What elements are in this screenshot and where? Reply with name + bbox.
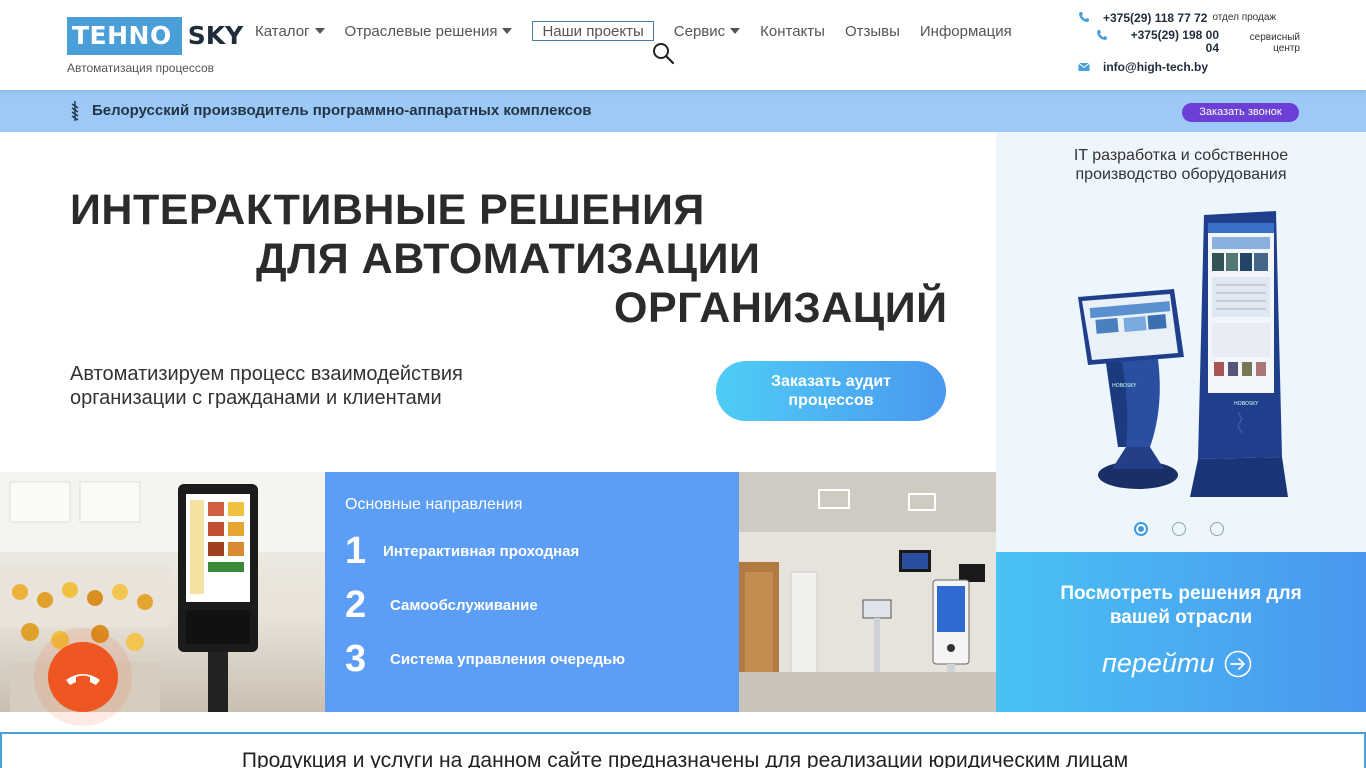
caret-down-icon bbox=[730, 28, 741, 34]
industry-solutions-cta[interactable]: Посмотреть решения для вашей отрасли пер… bbox=[996, 552, 1366, 712]
kiosk-brand-small: HOBOSKY bbox=[1112, 383, 1137, 389]
phone-icon bbox=[1079, 12, 1089, 22]
slider-dot-2[interactable] bbox=[1172, 522, 1186, 536]
nav-contacts-label: Контакты bbox=[760, 22, 825, 40]
direction-number: 1 bbox=[345, 530, 367, 572]
nav-industry-label: Отраслевые решения bbox=[344, 22, 498, 40]
kiosk-image: HOBOSKY HOBOSKY bbox=[1078, 211, 1288, 497]
logo-text-sky: SKY bbox=[187, 21, 244, 50]
nav-our-projects[interactable]: Наши проекты bbox=[532, 21, 654, 41]
audit-label-line1: Заказать аудит bbox=[770, 373, 891, 390]
go-link[interactable]: перейти bbox=[1102, 648, 1252, 679]
sales-phone-row[interactable]: +375(29) 118 77 72 отдел продаж bbox=[1078, 11, 1276, 25]
nav-reviews-label: Отзывы bbox=[844, 22, 900, 40]
service-center-note: сервисный центр bbox=[1228, 32, 1300, 54]
product-slider: IT разработка и собственное производство… bbox=[996, 132, 1366, 552]
caret-down-icon bbox=[502, 28, 513, 34]
service-note-line2: центр bbox=[1273, 43, 1300, 54]
main-nav: Каталог Отраслевые решения Наши проекты … bbox=[255, 20, 1032, 42]
cta-title-line1: Посмотреть решения для bbox=[1060, 583, 1302, 604]
phone-handset-icon bbox=[66, 674, 100, 685]
sales-phone[interactable]: +375(29) 118 77 72 bbox=[1103, 11, 1207, 25]
search-icon[interactable] bbox=[651, 41, 675, 65]
arrow-right-icon bbox=[1225, 650, 1252, 677]
caret-down-icon bbox=[314, 28, 325, 34]
cta-title-line2: вашей отрасли bbox=[1109, 607, 1253, 628]
email-row[interactable]: info@high-tech.by bbox=[1078, 60, 1208, 74]
hero-title-line1: ИНТЕРАКТИВНЫЕ РЕШЕНИЯ bbox=[70, 186, 705, 234]
service-phone[interactable]: +375(29) 198 00 04 bbox=[1120, 29, 1219, 55]
direction-number: 3 bbox=[345, 638, 367, 680]
nav-contacts[interactable]: Контакты bbox=[760, 20, 825, 42]
hero-subtitle-line1: Автоматизируем процесс взаимодействия bbox=[70, 363, 463, 385]
tall-kiosk: HOBOSKY bbox=[1190, 211, 1288, 497]
nav-catalog[interactable]: Каталог bbox=[255, 20, 325, 42]
ornament-icon bbox=[71, 101, 79, 121]
info-strip: Белорусский производитель программно-апп… bbox=[0, 90, 1366, 132]
slider-caption-line1: IT разработка и собственное bbox=[1073, 147, 1289, 164]
order-audit-button[interactable]: Заказать аудит процессов bbox=[716, 361, 946, 421]
service-phone-line2: 04 bbox=[1205, 41, 1219, 55]
slider-dot-1[interactable] bbox=[1134, 522, 1148, 536]
mail-icon bbox=[1078, 62, 1090, 71]
logo-text-tehno: TEHNO bbox=[67, 17, 182, 55]
direction-number: 2 bbox=[345, 584, 367, 626]
nav-industry-solutions[interactable]: Отраслевые решения bbox=[345, 20, 513, 42]
direction-item-3[interactable]: 3 Система управления очередью bbox=[345, 638, 625, 681]
strip-text: Белорусский производитель программно-апп… bbox=[92, 102, 592, 119]
directions-heading: Основные направления bbox=[345, 496, 523, 513]
direction-label: Интерактивная проходная bbox=[383, 543, 580, 560]
slider-dot-3[interactable] bbox=[1210, 522, 1224, 536]
nav-reviews[interactable]: Отзывы bbox=[845, 20, 900, 42]
direction-label: Самообслуживание bbox=[390, 597, 538, 614]
audit-label-line2: процессов bbox=[788, 392, 874, 409]
hero-subtitle-line2: организации с гражданами и клиентами bbox=[70, 387, 442, 409]
cta-title: Посмотреть решения для вашей отрасли bbox=[996, 582, 1366, 630]
kiosk-brand-tall: HOBOSKY bbox=[1234, 401, 1259, 407]
hero-section: ИНТЕРАКТИВНЫЕ РЕШЕНИЯ ДЛЯ АВТОМАТИЗАЦИИ … bbox=[0, 132, 996, 472]
sales-phone-note: отдел продаж bbox=[1212, 12, 1277, 23]
service-phone-row[interactable]: +375(29) 198 00 04 bbox=[1096, 29, 1219, 55]
nav-service-label: Сервис bbox=[673, 22, 726, 40]
nav-catalog-label: Каталог bbox=[255, 22, 310, 40]
nav-information[interactable]: Информация bbox=[920, 20, 1012, 42]
direction-label: Система управления очередью bbox=[390, 651, 625, 668]
main-directions: Основные направления 1 Интерактивная про… bbox=[325, 472, 739, 712]
logo[interactable]: TEHNO SKY bbox=[67, 17, 243, 55]
nav-service[interactable]: Сервис bbox=[673, 20, 741, 42]
service-note-line1: сервисный bbox=[1249, 32, 1300, 43]
slider-caption-line2: производство оборудования bbox=[1075, 166, 1287, 183]
hero-title-line2: ДЛЯ АВТОМАТИЗАЦИИ bbox=[256, 235, 761, 283]
nav-projects-label: Наши проекты bbox=[542, 22, 644, 40]
site-header: TEHNO SKY Автоматизация процессов Катало… bbox=[0, 0, 1366, 90]
phone-icon bbox=[1097, 30, 1107, 40]
photo-hall-kiosks bbox=[739, 472, 996, 712]
service-phone-line1: +375(29) 198 00 bbox=[1130, 28, 1219, 42]
slider-dots bbox=[1134, 522, 1248, 536]
hero-subtitle: Автоматизируем процесс взаимодействия ор… bbox=[70, 362, 540, 410]
go-link-label: перейти bbox=[1102, 648, 1215, 678]
header-contacts: +375(29) 118 77 72 отдел продаж +375(29)… bbox=[1078, 8, 1300, 78]
request-call-button[interactable]: Заказать звонок bbox=[1182, 103, 1299, 122]
call-button[interactable] bbox=[48, 642, 118, 712]
hero-title-line3: ОРГАНИЗАЦИЙ bbox=[614, 284, 948, 332]
nav-info-label: Информация bbox=[919, 22, 1012, 40]
email-link[interactable]: info@high-tech.by bbox=[1103, 60, 1208, 74]
small-kiosk: HOBOSKY bbox=[1078, 289, 1184, 489]
legal-notice: Продукция и услуги на данном сайте предн… bbox=[0, 732, 1366, 768]
direction-item-1[interactable]: 1 Интерактивная проходная bbox=[345, 530, 579, 573]
direction-item-2[interactable]: 2 Самообслуживание bbox=[345, 584, 538, 627]
legal-notice-text: Продукция и услуги на данном сайте предн… bbox=[241, 749, 1129, 768]
slider-caption: IT разработка и собственное производство… bbox=[996, 146, 1366, 184]
hall-illustration bbox=[739, 472, 996, 712]
logo-subtitle: Автоматизация процессов bbox=[67, 61, 215, 75]
